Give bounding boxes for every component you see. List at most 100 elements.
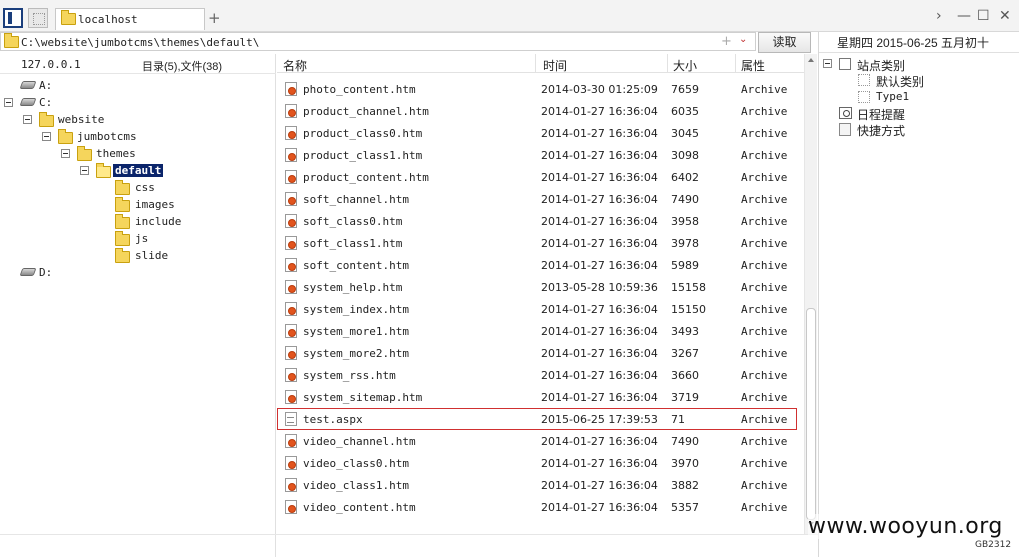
browser-file-icon <box>285 390 297 404</box>
file-attr: Archive <box>741 391 788 404</box>
tree-item-label: images <box>135 198 175 211</box>
tree-item-label: slide <box>135 249 169 262</box>
file-time: 2014-03-30 01:25:09 <box>541 83 658 96</box>
table-row[interactable]: system_index.htm 2014-01-27 16:36:04 15150… <box>277 298 797 320</box>
add-bookmark-icon[interactable]: + <box>721 34 732 49</box>
chevron-right-icon[interactable]: › <box>936 8 942 24</box>
tree-item-images[interactable]: images <box>0 197 180 213</box>
table-row[interactable]: system_more1.htm 2014-01-27 16:36:04 3493 A… <box>277 320 797 342</box>
table-row[interactable]: product_class1.htm 2014-01-27 16:36:04 309… <box>277 144 797 166</box>
read-button[interactable]: 读取 <box>758 32 811 53</box>
category-icon <box>858 74 870 86</box>
table-row[interactable]: system_help.htm 2013-05-28 10:59:36 15158 A… <box>277 276 797 298</box>
folder-icon <box>39 112 54 127</box>
tree-item-label: 快捷方式 <box>857 124 906 138</box>
collapse-icon[interactable] <box>4 98 13 107</box>
close-button[interactable]: ✕ <box>999 8 1011 24</box>
column-attr[interactable]: 属性 <box>741 57 765 74</box>
tree-item-c[interactable]: C: <box>0 95 80 111</box>
table-row[interactable]: soft_class0.htm 2014-01-27 16:36:04 3958 Ar… <box>277 210 797 232</box>
table-row[interactable]: video_channel.htm 2014-01-27 16:36:04 7490… <box>277 430 797 452</box>
scrollbar-thumb[interactable] <box>806 308 816 520</box>
directory-tree-panel: 127.0.0.1 目录(5),文件(38) A: C: website jum… <box>0 54 276 557</box>
file-name: video_class0.htm <box>303 457 409 470</box>
tree-item-themes[interactable]: themes <box>0 146 150 162</box>
encoding-label[interactable]: GB2312 <box>975 540 1011 550</box>
tree-item-jumbotcms[interactable]: jumbotcms <box>0 129 150 145</box>
table-row[interactable]: product_channel.htm 2014-01-27 16:36:04 60… <box>277 100 797 122</box>
table-row[interactable]: video_class1.htm 2014-01-27 16:36:04 3882 A… <box>277 474 797 496</box>
tree-item-label: Type1 <box>876 90 910 103</box>
file-list-scrollbar[interactable] <box>804 54 817 534</box>
table-row[interactable]: product_class0.htm 2014-01-27 16:36:04 304… <box>277 122 797 144</box>
file-size: 3719 <box>671 391 699 404</box>
table-row[interactable]: product_content.htm 2014-01-27 16:36:04 64… <box>277 166 797 188</box>
tree-item-shortcuts[interactable]: 快捷方式 <box>819 121 939 138</box>
file-size: 3493 <box>671 325 699 338</box>
file-name: product_channel.htm <box>303 105 429 118</box>
table-row[interactable]: system_sitemap.htm 2014-01-27 16:36:04 371… <box>277 386 797 408</box>
tree-item-website[interactable]: website <box>0 112 120 128</box>
file-name: soft_class0.htm <box>303 215 403 228</box>
tree-item-js[interactable]: js <box>0 231 180 247</box>
tree-item-css[interactable]: css <box>0 180 170 196</box>
collapse-icon[interactable] <box>42 132 51 141</box>
tree-item-include[interactable]: include <box>0 214 181 230</box>
file-size: 6035 <box>671 105 699 118</box>
table-row[interactable]: photo_content.htm 2014-03-30 01:25:09 7659… <box>277 78 797 100</box>
file-size: 7490 <box>671 193 699 206</box>
add-tab-button[interactable]: + <box>208 9 221 27</box>
table-row[interactable]: test.aspx 2015-06-25 17:39:53 71 Archive <box>277 408 797 430</box>
table-row[interactable]: soft_class1.htm 2014-01-27 16:36:04 3978 Ar… <box>277 232 797 254</box>
address-path[interactable]: C:\website\jumbotcms\themes\default\ <box>21 36 259 49</box>
column-divider[interactable] <box>735 54 736 73</box>
maximize-button[interactable]: ☐ <box>977 8 990 24</box>
chevron-down-icon[interactable]: ⌄ <box>739 34 747 45</box>
column-name[interactable]: 名称 <box>283 57 307 74</box>
table-row[interactable]: system_more2.htm 2014-01-27 16:36:04 3267 A… <box>277 342 797 364</box>
tree-item-slide[interactable]: slide <box>0 248 180 264</box>
collapse-icon[interactable] <box>80 166 89 175</box>
collapse-icon[interactable] <box>823 59 832 68</box>
file-attr: Archive <box>741 237 788 250</box>
minimize-button[interactable]: — <box>957 8 971 24</box>
column-divider[interactable] <box>667 54 668 73</box>
folder-icon <box>58 129 73 144</box>
column-time[interactable]: 时间 <box>543 57 567 74</box>
file-size: 3098 <box>671 149 699 162</box>
table-row[interactable]: system_rss.htm 2014-01-27 16:36:04 3660 Arc… <box>277 364 797 386</box>
tree-item-type1[interactable]: Type1 <box>819 89 939 105</box>
tree-item-site-category[interactable]: 站点类别 <box>819 56 939 73</box>
new-blank-tab-button[interactable] <box>28 8 48 28</box>
column-divider[interactable] <box>535 54 536 73</box>
file-attr: Archive <box>741 127 788 140</box>
file-attr: Archive <box>741 83 788 96</box>
browser-file-icon <box>285 82 297 96</box>
file-time: 2014-01-27 16:36:04 <box>541 347 658 360</box>
table-row[interactable]: video_content.htm 2014-01-27 16:36:04 5357… <box>277 496 797 518</box>
scroll-up-icon[interactable] <box>808 58 814 62</box>
file-name: system_sitemap.htm <box>303 391 423 404</box>
file-time: 2014-01-27 16:36:04 <box>541 325 658 338</box>
table-row[interactable]: soft_channel.htm 2014-01-27 16:36:04 7490 A… <box>277 188 797 210</box>
address-bar[interactable]: C:\website\jumbotcms\themes\default\ + ⌄ <box>0 32 756 51</box>
browser-file-icon <box>285 456 297 470</box>
column-size[interactable]: 大小 <box>673 57 697 74</box>
tree-item-default[interactable]: default <box>0 163 170 179</box>
table-row[interactable]: soft_content.htm 2014-01-27 16:36:04 5989 A… <box>277 254 797 276</box>
collapse-icon[interactable] <box>23 115 32 124</box>
file-time: 2014-01-27 16:36:04 <box>541 259 658 272</box>
tree-item-d[interactable]: D: <box>0 265 80 281</box>
file-attr: Archive <box>741 215 788 228</box>
tree-item-schedule[interactable]: 日程提醒 <box>819 105 939 122</box>
tree-item-a[interactable]: A: <box>0 78 80 94</box>
table-row[interactable]: video_class0.htm 2014-01-27 16:36:04 3970 A… <box>277 452 797 474</box>
file-size: 5989 <box>671 259 699 272</box>
collapse-icon[interactable] <box>61 149 70 158</box>
file-size: 3660 <box>671 369 699 382</box>
document-icon <box>285 412 297 426</box>
toggle-panel-button[interactable] <box>3 8 23 28</box>
tree-item-label: A: <box>39 79 53 92</box>
tab-localhost[interactable]: localhost <box>55 8 205 30</box>
tree-item-default-category[interactable]: 默认类别 <box>819 72 939 89</box>
